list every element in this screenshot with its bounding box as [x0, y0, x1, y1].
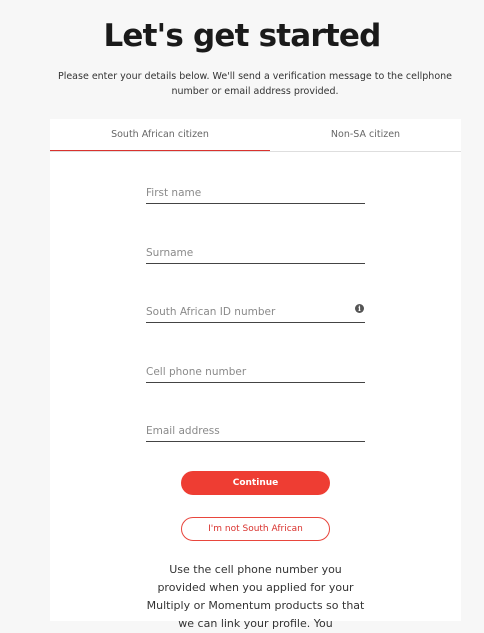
cell-phone-field	[146, 360, 365, 383]
first-name-field	[146, 181, 365, 204]
not-south-african-button[interactable]: I'm not South African	[181, 517, 330, 541]
email-field	[146, 419, 365, 442]
intro-text: Please enter your details below. We'll s…	[57, 71, 453, 97]
email-input[interactable]	[146, 421, 346, 441]
id-number-field: i	[146, 300, 365, 323]
first-name-input[interactable]	[146, 183, 346, 203]
tab-south-african-citizen[interactable]: South African citizen	[50, 119, 270, 151]
page-title: Let's get started	[103, 18, 381, 54]
registration-card: South African citizen Non-SA citizen i C…	[50, 119, 461, 630]
info-icon[interactable]: i	[355, 304, 364, 313]
id-number-input[interactable]	[146, 302, 346, 322]
help-text: Use the cell phone number you provided w…	[146, 563, 365, 630]
citizenship-tabs: South African citizen Non-SA citizen	[50, 119, 461, 152]
tab-non-sa-citizen[interactable]: Non-SA citizen	[270, 119, 461, 151]
continue-button[interactable]: Continue	[181, 471, 330, 495]
surname-field	[146, 241, 365, 264]
surname-input[interactable]	[146, 243, 346, 263]
cell-phone-input[interactable]	[146, 362, 346, 382]
